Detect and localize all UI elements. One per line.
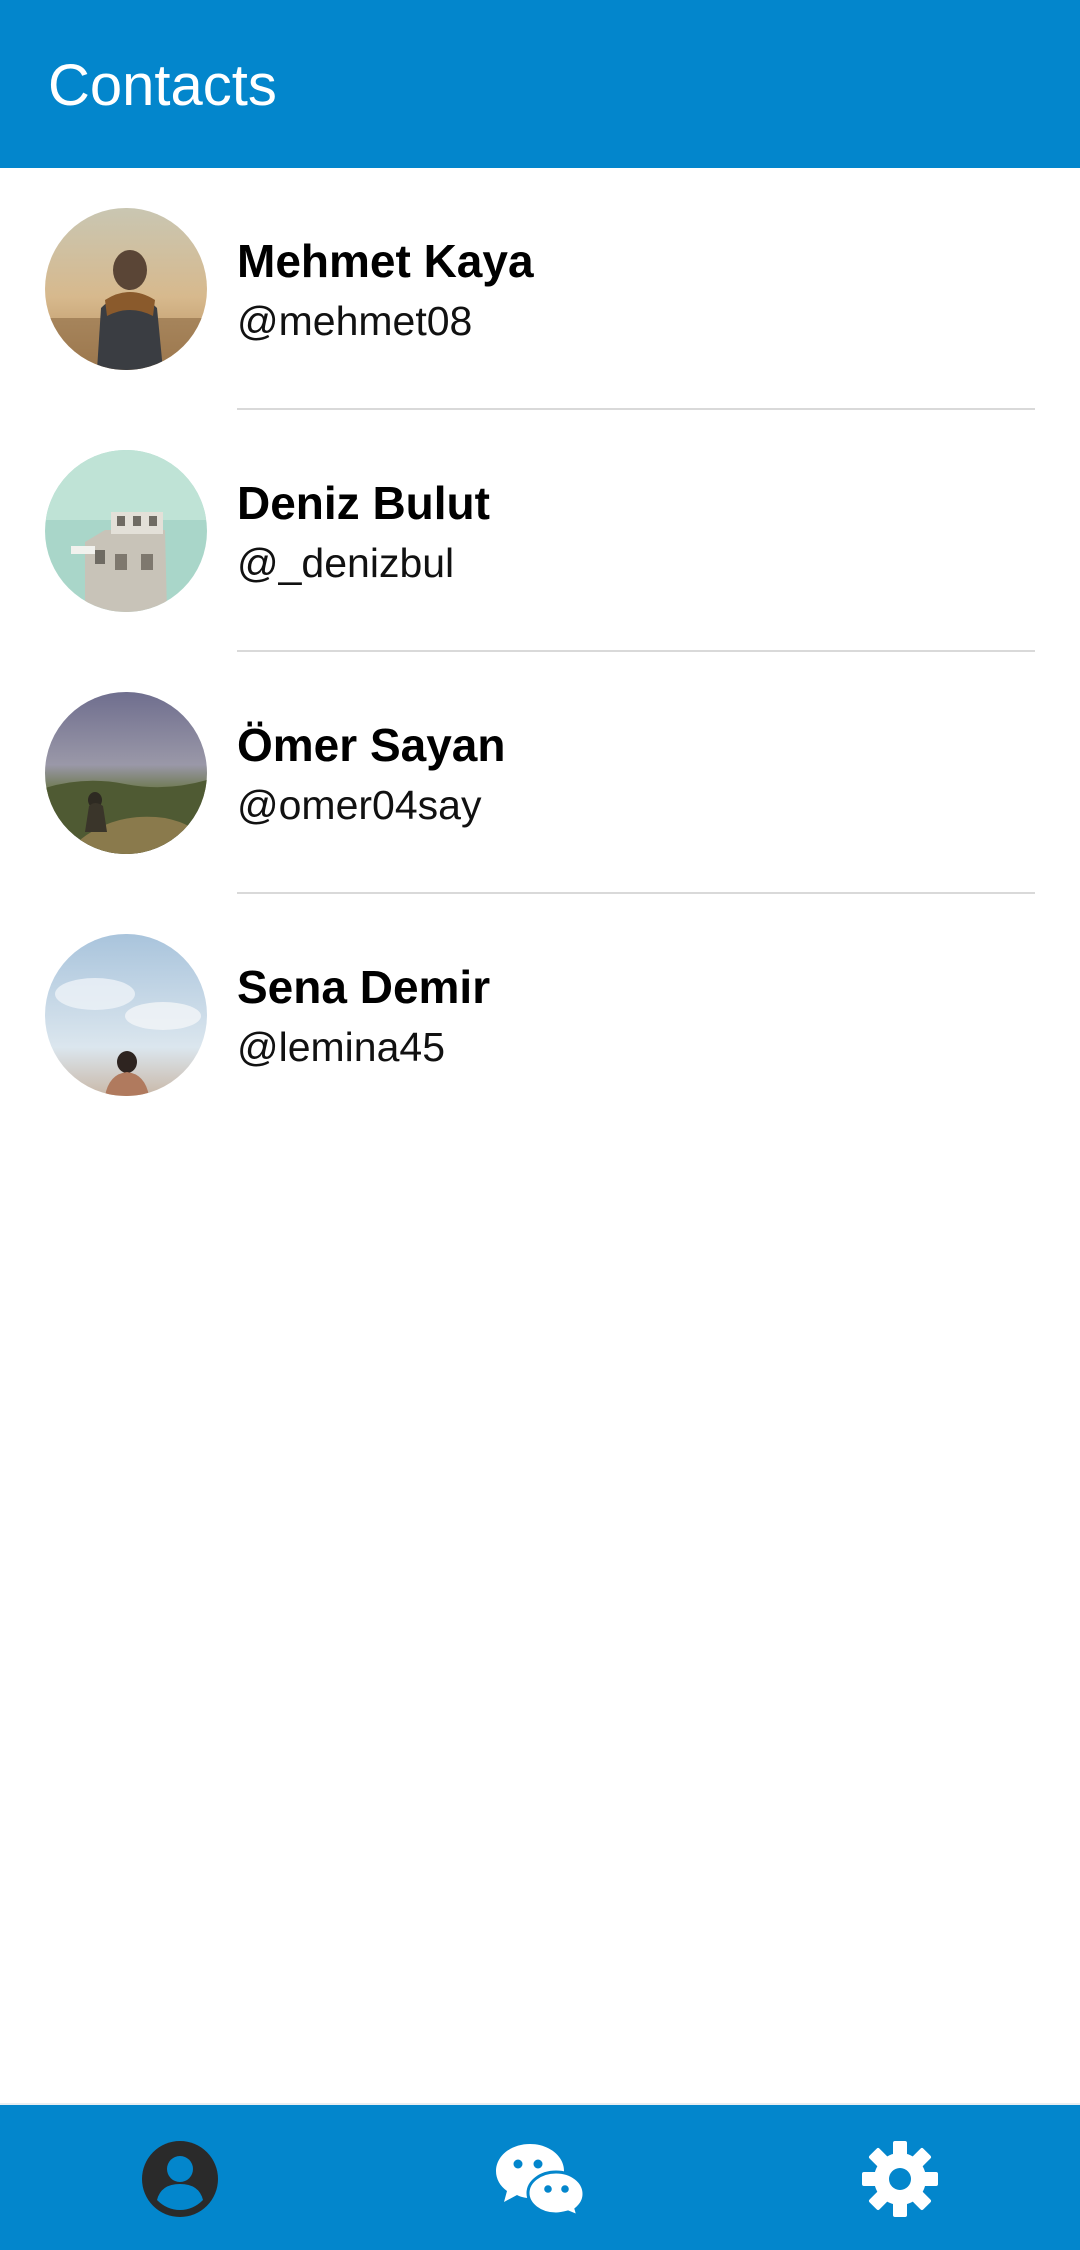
- contact-name: Mehmet Kaya: [237, 235, 534, 287]
- app-bar: Contacts: [0, 0, 1080, 168]
- nav-contacts-button[interactable]: [0, 2105, 360, 2250]
- contacts-screen: Contacts Mehmet Kaya @mehmet08 Deniz Bul…: [0, 0, 1080, 2250]
- avatar: [45, 208, 207, 370]
- contact-handle: @_denizbul: [237, 540, 455, 586]
- contact-handle: @mehmet08: [237, 298, 473, 344]
- contact-list-item[interactable]: Sena Demir @lemina45: [0, 894, 1080, 1136]
- contact-list-item[interactable]: Mehmet Kaya @mehmet08: [0, 168, 1080, 410]
- contact-handle: @lemina45: [237, 1024, 446, 1070]
- contact-handle: @omer04say: [237, 782, 482, 828]
- contact-list-item[interactable]: Ömer Sayan @omer04say: [0, 652, 1080, 894]
- avatar: [45, 450, 207, 612]
- chat-bubbles-icon: [496, 2143, 586, 2216]
- account-circle-icon: [142, 2140, 218, 2217]
- contact-name: Deniz Bulut: [237, 477, 490, 529]
- contact-list-item[interactable]: Deniz Bulut @_denizbul: [0, 410, 1080, 652]
- nav-chats-button[interactable]: [360, 2105, 720, 2250]
- page-title: Contacts: [48, 53, 277, 118]
- gear-icon: [862, 2140, 938, 2217]
- avatar: [45, 692, 207, 854]
- nav-settings-button[interactable]: [720, 2105, 1080, 2250]
- bottom-navigation: [0, 2103, 1080, 2250]
- avatar: [45, 934, 207, 1096]
- contact-name: Ömer Sayan: [237, 719, 506, 771]
- contact-list: Mehmet Kaya @mehmet08 Deniz Bulut @_deni…: [0, 168, 1080, 1136]
- contact-name: Sena Demir: [237, 961, 491, 1013]
